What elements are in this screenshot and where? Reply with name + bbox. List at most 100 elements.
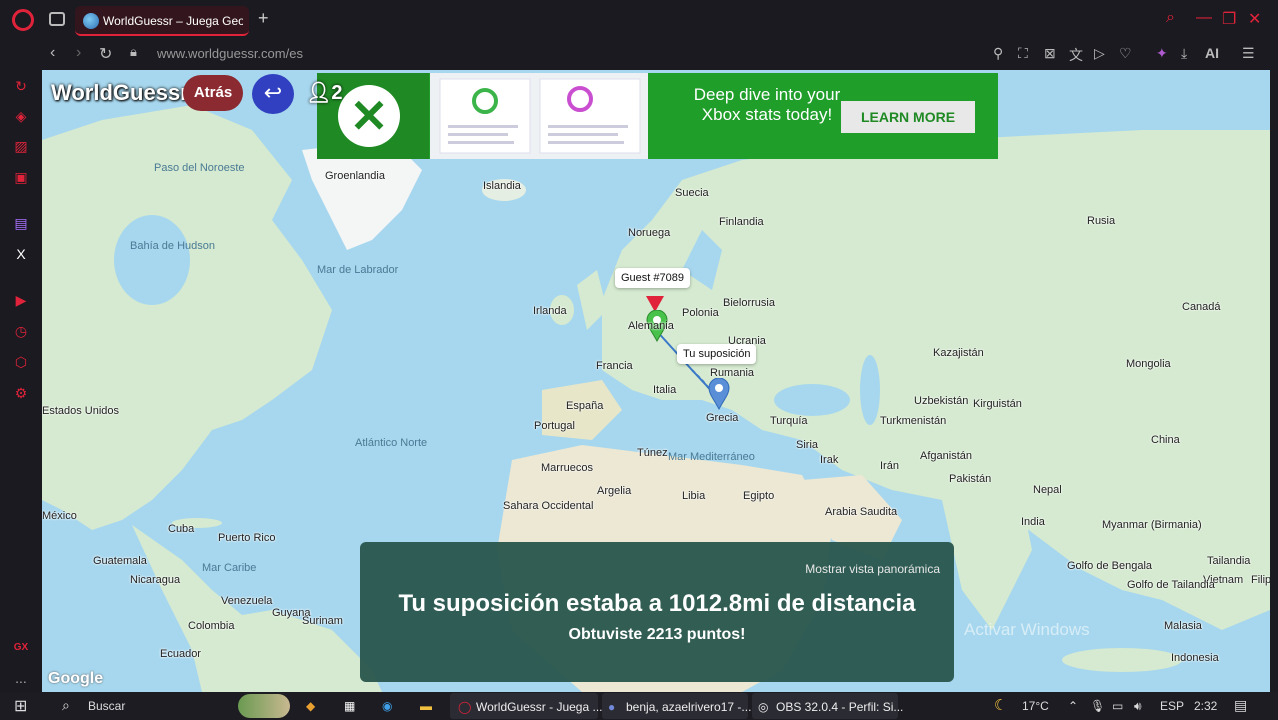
map-label: Kazajistán	[933, 347, 984, 359]
back-button[interactable]: Atrás	[183, 75, 243, 111]
tab-manager-icon[interactable]	[49, 12, 65, 26]
map-label: Estados Unidos	[42, 405, 120, 417]
new-tab-button[interactable]: +	[258, 8, 269, 29]
map-label: Mar de Labrador	[317, 264, 399, 276]
windows-start-icon[interactable]: ⊞	[14, 696, 27, 716]
map-label: México	[42, 510, 77, 522]
map-label: Irlanda	[533, 305, 567, 317]
extension-icon[interactable]: ✦	[1156, 45, 1168, 62]
pin-icon[interactable]: ⚲	[993, 45, 1003, 62]
map-label: Filipinas	[1251, 574, 1270, 586]
adblock-icon[interactable]: ⊠	[1044, 45, 1056, 62]
map-label: Venezuela	[221, 595, 273, 607]
notifications-icon[interactable]: ▤	[1234, 697, 1247, 714]
translate-icon[interactable]: 文	[1069, 45, 1083, 65]
map-label: Surinam	[302, 615, 343, 627]
close-icon[interactable]: ✕	[1248, 9, 1261, 29]
language-indicator[interactable]: ESP	[1160, 699, 1184, 713]
twitch-icon[interactable]: ▤	[13, 215, 29, 231]
opera-logo-icon[interactable]	[12, 9, 34, 31]
settings-icon[interactable]: ⚙	[13, 385, 29, 401]
gx-icon[interactable]: GX	[13, 640, 29, 656]
scrollbar[interactable]	[1270, 70, 1278, 692]
map-label: Ecuador	[160, 648, 201, 660]
snapshot-icon[interactable]: ⛶	[1018, 45, 1028, 62]
search-icon[interactable]: ⌕	[62, 697, 70, 714]
forward-icon[interactable]: ›	[76, 44, 81, 62]
ad-banner[interactable]: ✕ Deep dive into your Xbox stats today!	[317, 73, 998, 159]
map-label: Irán	[880, 460, 899, 472]
clock[interactable]: 2:32	[1194, 699, 1217, 713]
map-label: Guatemala	[93, 555, 147, 567]
map-label: Myanmar (Birmania)	[1102, 519, 1202, 531]
media-icon[interactable]: ▣	[13, 169, 29, 185]
map-label: Nepal	[1033, 484, 1062, 496]
map-label: Argelia	[597, 485, 632, 497]
network-icon[interactable]: ▭	[1112, 699, 1123, 713]
restore-icon[interactable]: ❐	[1222, 9, 1236, 29]
map-label: España	[566, 400, 604, 412]
map-label: Rusia	[1087, 215, 1116, 227]
extensions-icon[interactable]: ⬡	[13, 354, 29, 370]
worldguessr-logo: WorldGuessr	[51, 80, 189, 105]
map-label: Libia	[682, 490, 706, 502]
sidebar: ↻ ◈ ▨ ▣ ▤ X ▶ ◷ ⬡ ⚙ GX ...	[0, 70, 42, 692]
search-icon[interactable]: ⌕	[1166, 9, 1175, 27]
globe-icon	[83, 13, 99, 29]
map-label: Noruega	[628, 227, 671, 239]
folder-icon[interactable]: ▬	[420, 699, 432, 713]
back-icon[interactable]: ‹	[50, 44, 55, 62]
map-label: Afganistán	[920, 450, 972, 462]
discord-icon: ●	[608, 700, 616, 714]
taskbar-app-discord[interactable]: ● benja, azaelrivero17 -...	[602, 693, 752, 719]
minimize-icon[interactable]: —	[1196, 9, 1212, 27]
player-icon[interactable]: ▶	[13, 292, 29, 308]
players-count-value: 2	[331, 82, 343, 104]
microphone-icon[interactable]: 🎙︎	[1090, 699, 1105, 713]
xbox-logo-icon: ✕	[338, 85, 400, 147]
twitch-game-icon[interactable]: ▨	[13, 138, 29, 154]
play-icon[interactable]: ▷	[1094, 45, 1105, 62]
map-label: Bahía de Hudson	[130, 240, 216, 252]
chevron-up-icon[interactable]: ⌃	[1068, 699, 1078, 713]
taskbar-app-label: benja, azaelrivero17 -...	[626, 700, 752, 714]
taskbar-app-opera[interactable]: ◯ WorldGuessr - Juega ...	[450, 693, 603, 719]
ad-text: Deep dive into your Xbox stats today!	[693, 85, 841, 124]
map-label: Suecia	[675, 187, 709, 199]
map-label: Finlandia	[719, 216, 764, 228]
ad-learn-more-button[interactable]: LEARN MORE	[841, 101, 975, 133]
heart-icon[interactable]: ♡	[1119, 45, 1132, 62]
user-icon: 👤︎	[306, 82, 332, 104]
map-label: Bielorrusia	[723, 297, 775, 309]
copilot-icon[interactable]: ◆	[306, 699, 315, 713]
widgets-icon[interactable]	[238, 694, 290, 718]
bag-icon[interactable]: ◈	[13, 108, 29, 124]
download-icon[interactable]: ⤓	[1181, 45, 1187, 62]
show-panorama-link[interactable]: Mostrar vista panorámica	[805, 562, 940, 576]
refresh-icon[interactable]: ↻	[13, 78, 29, 94]
activate-windows-watermark: Activar Windows	[964, 620, 1090, 639]
reload-icon[interactable]: ↻	[99, 44, 112, 64]
volume-icon[interactable]: 🔊︎	[1134, 699, 1142, 714]
ai-button[interactable]: AI	[1205, 45, 1219, 61]
taskbar-search[interactable]: Buscar	[88, 699, 125, 713]
return-button[interactable]: ↩	[252, 74, 294, 114]
more-icon[interactable]: ...	[13, 670, 29, 686]
x-icon[interactable]: X	[13, 246, 29, 262]
edge-icon[interactable]: ◉	[382, 699, 392, 713]
google-logo: Google	[48, 670, 104, 687]
taskbar-app-label: WorldGuessr - Juega ...	[476, 700, 603, 714]
other-marker-icon[interactable]	[708, 378, 730, 410]
map-label: Puerto Rico	[218, 532, 276, 544]
tab-title: WorldGuessr – Juega GeoG	[103, 14, 243, 28]
temperature[interactable]: 17°C	[1022, 699, 1049, 713]
store-icon[interactable]: ▦	[344, 699, 355, 713]
tab-worldguessr[interactable]: WorldGuessr – Juega GeoG	[75, 6, 249, 36]
menu-icon[interactable]: ☰	[1242, 45, 1255, 62]
url-field[interactable]: www.worldguessr.com/es	[157, 46, 303, 61]
history-icon[interactable]: ◷	[13, 323, 29, 339]
taskbar-app-obs[interactable]: ◎ OBS 32.0.4 - Perfil: Si...	[752, 693, 903, 719]
result-panel: Mostrar vista panorámica Tu suposición e…	[360, 542, 954, 682]
map-label: Colombia	[188, 620, 235, 632]
map-label: India	[1021, 516, 1045, 528]
